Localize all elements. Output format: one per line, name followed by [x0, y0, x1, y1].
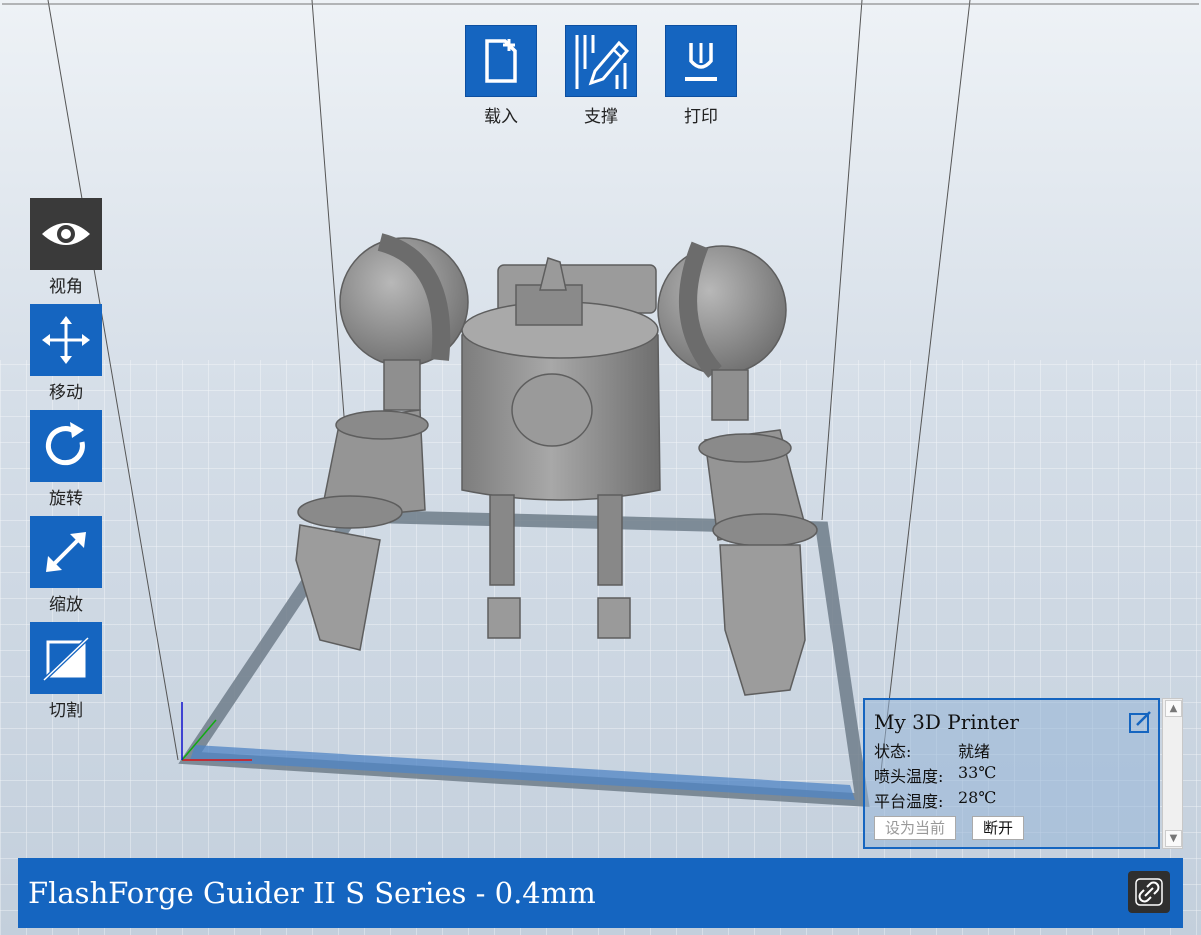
nozzle-temp-value: 33℃	[958, 763, 997, 782]
pencil-support-icon	[575, 35, 630, 89]
print-icon	[685, 43, 717, 81]
print-button[interactable]	[665, 25, 737, 97]
scale-tool-label: 缩放	[49, 595, 83, 615]
eye-icon	[42, 223, 90, 245]
scroll-down-icon[interactable]: ▼	[1165, 830, 1182, 847]
status-scrollbar[interactable]: ▲ ▼	[1162, 698, 1183, 849]
load-button[interactable]	[465, 25, 537, 97]
support-button[interactable]	[565, 25, 637, 97]
set-current-button[interactable]: 设为当前	[874, 816, 957, 840]
printer-footer-bar: FlashForge Guider II S Series - 0.4mm	[18, 858, 1183, 928]
nozzle-temp-label: 喷头温度:	[874, 767, 944, 786]
move-tool-label: 移动	[49, 383, 83, 403]
disconnect-button[interactable]: 断开	[972, 816, 1025, 840]
cut-tool-label: 切割	[49, 701, 83, 721]
support-label: 支撑	[584, 107, 618, 127]
cut-icon	[42, 636, 90, 682]
rotate-icon	[45, 422, 85, 466]
print-label: 打印	[684, 107, 718, 127]
status-value: 就绪	[958, 742, 991, 761]
move-arrows-icon	[42, 316, 90, 364]
status-label: 状态:	[874, 742, 912, 761]
nozzle-temp-row: 喷头温度: 33℃	[874, 763, 996, 787]
printer-status-panel: My 3D Printer 状态: 就绪 喷头温度: 33℃ 平台温度: 28℃…	[863, 698, 1160, 849]
printer-name: FlashForge Guider II S Series - 0.4mm	[28, 876, 596, 910]
scale-diagonal-icon	[46, 532, 86, 572]
rotate-tool-label: 旋转	[49, 489, 83, 509]
load-label: 载入	[484, 107, 518, 127]
cut-tool-button[interactable]	[30, 622, 102, 694]
scale-tool-button[interactable]	[30, 516, 102, 588]
bed-temp-label: 平台温度:	[874, 792, 944, 811]
rotate-tool-button[interactable]	[30, 410, 102, 482]
file-add-icon	[485, 39, 517, 83]
link-icon	[1135, 878, 1163, 906]
scroll-up-icon[interactable]: ▲	[1165, 700, 1182, 717]
status-row: 状态: 就绪	[874, 738, 990, 762]
printer-title: My 3D Printer	[874, 710, 1019, 734]
connect-button[interactable]	[1128, 871, 1170, 913]
edit-icon[interactable]	[1128, 710, 1152, 734]
view-tool-button[interactable]	[30, 198, 102, 270]
view-tool-label: 视角	[49, 277, 83, 297]
bed-temp-value: 28℃	[958, 788, 997, 807]
bed-temp-row: 平台温度: 28℃	[874, 788, 996, 812]
move-tool-button[interactable]	[30, 304, 102, 376]
